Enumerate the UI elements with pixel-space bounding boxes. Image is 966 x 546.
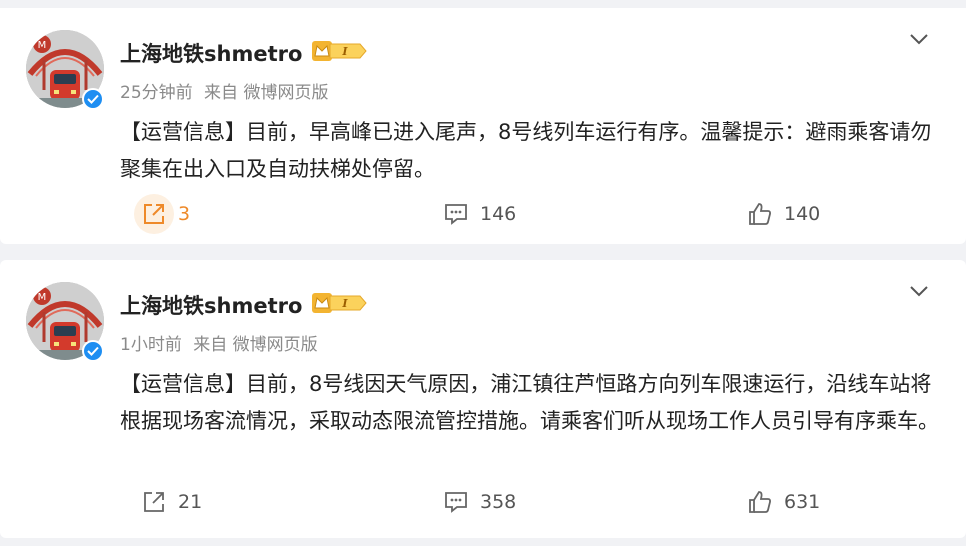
username[interactable]: 上海地铁shmetro <box>120 38 302 68</box>
repost-icon <box>144 492 164 512</box>
repost-count: 21 <box>178 491 203 513</box>
like-count: 631 <box>784 491 821 513</box>
like-icon <box>749 203 771 225</box>
repost-count: 3 <box>178 203 191 225</box>
post-content: 【运营信息】目前，8号线因天气原因，浦江镇往芦恒路方向列车限速运行，沿线车站将根… <box>120 372 939 433</box>
comment-icon <box>445 492 467 513</box>
post-source: 来自 微博网页版 <box>193 335 318 355</box>
post-meta: 1小时前 来自 微博网页版 <box>120 330 318 355</box>
like-count: 140 <box>784 203 821 225</box>
member-badge-icon[interactable]: I <box>312 40 368 62</box>
like-icon <box>749 491 771 513</box>
post-content: 【运营信息】目前，早高峰已进入尾声，8号线列车运行有序。温馨提示：避雨乘客请勿聚… <box>120 120 932 181</box>
action-bar: 21 358 631 <box>0 482 966 522</box>
verified-icon <box>82 88 104 110</box>
username[interactable]: 上海地铁shmetro <box>120 290 302 320</box>
svg-text:M: M <box>38 40 47 51</box>
post-time[interactable]: 25分钟前 <box>120 83 193 103</box>
like-button[interactable]: 140 <box>746 194 820 234</box>
svg-text:I: I <box>341 297 348 310</box>
weibo-post-card: M 上海地铁shmetro I 25分钟前 来自 微博网页版 【运营信息】目前，… <box>0 8 966 244</box>
comment-count: 358 <box>480 491 517 513</box>
verified-icon <box>82 340 104 362</box>
post-time[interactable]: 1小时前 <box>120 335 182 355</box>
comment-button[interactable]: 146 <box>442 194 516 234</box>
repost-button[interactable]: 3 <box>134 194 191 234</box>
post-source: 来自 微博网页版 <box>204 83 329 103</box>
like-button[interactable]: 631 <box>746 482 820 522</box>
repost-icon <box>144 204 164 224</box>
post-meta: 25分钟前 来自 微博网页版 <box>120 78 328 103</box>
action-bar: 3 146 140 <box>0 194 966 234</box>
comment-count: 146 <box>480 203 517 225</box>
svg-text:M: M <box>38 292 47 303</box>
weibo-post-card: M 上海地铁shmetro I 1小时前 来自 微博网页版 【运营信息】目前，8… <box>0 260 966 538</box>
chevron-down-icon[interactable] <box>906 26 932 52</box>
svg-text:I: I <box>341 45 348 58</box>
comment-button[interactable]: 358 <box>442 482 516 522</box>
member-badge-icon[interactable]: I <box>312 292 368 314</box>
chevron-down-icon[interactable] <box>906 278 932 304</box>
comment-icon <box>445 204 467 225</box>
repost-button[interactable]: 21 <box>140 482 202 522</box>
